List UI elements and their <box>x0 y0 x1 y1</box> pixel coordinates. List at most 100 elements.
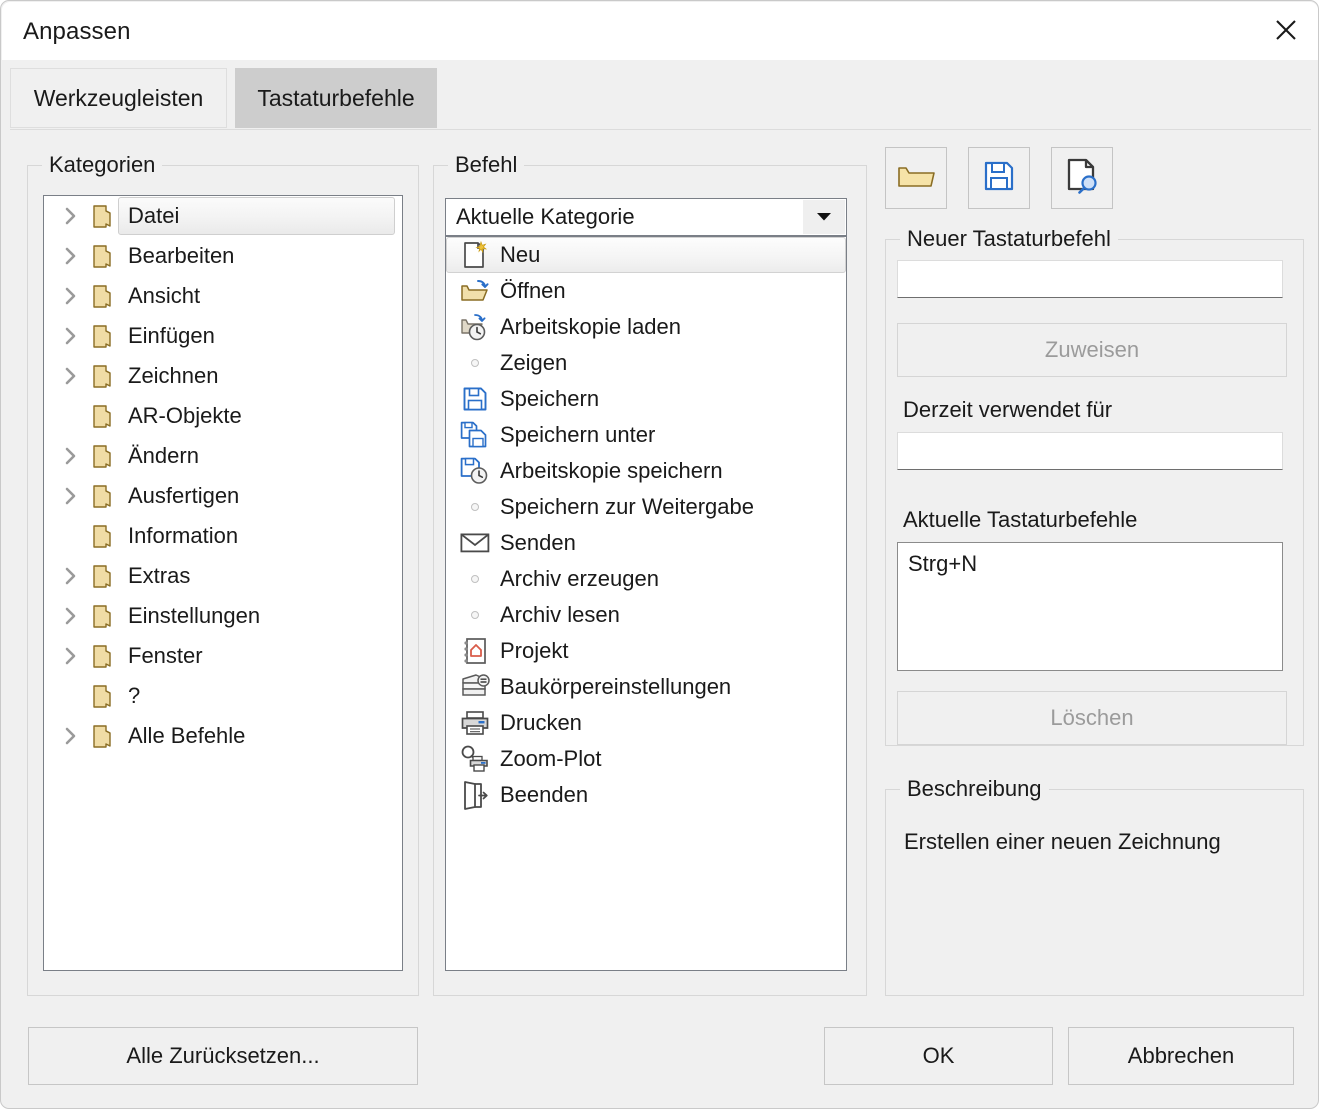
command-row[interactable]: Zoom-Plot <box>446 741 846 777</box>
category-row[interactable]: Fenster <box>44 636 402 676</box>
category-row[interactable]: Ändern <box>44 436 402 476</box>
category-row[interactable]: Alle Befehle <box>44 716 402 756</box>
command-label: Archiv erzeugen <box>494 566 659 592</box>
category-label: Datei <box>118 203 179 229</box>
category-row[interactable]: Einstellungen <box>44 596 402 636</box>
command-row[interactable]: Öffnen <box>446 273 846 309</box>
current-shortcut-item[interactable]: Strg+N <box>908 551 977 576</box>
preview-shortcuts-button[interactable] <box>1051 147 1113 209</box>
floppy-copy-icon <box>456 421 494 449</box>
assign-button-label: Zuweisen <box>1045 337 1139 363</box>
command-row[interactable]: Arbeitskopie speichern <box>446 453 846 489</box>
dot-icon <box>456 503 494 511</box>
chevron-right-icon[interactable] <box>56 246 86 266</box>
categories-listbox[interactable]: Datei Bearbeiten AnsichtEinfügenZeichnen AR… <box>43 195 403 971</box>
command-row[interactable]: Speichern unter <box>446 417 846 453</box>
commands-listbox[interactable]: Neu Öffnen Arbeitskopie ladenZeigen Speiche… <box>445 236 847 971</box>
load-shortcuts-button[interactable] <box>885 147 947 209</box>
chevron-right-icon[interactable] <box>56 286 86 306</box>
open-folder-icon <box>456 278 494 304</box>
open-folder-icon <box>897 161 935 196</box>
command-row[interactable]: Senden <box>446 525 846 561</box>
command-row[interactable]: Drucken <box>446 705 846 741</box>
command-label: Arbeitskopie speichern <box>494 458 723 484</box>
reset-all-button[interactable]: Alle Zurücksetzen... <box>28 1027 418 1085</box>
category-row[interactable]: Zeichnen <box>44 356 402 396</box>
current-shortcuts-listbox[interactable]: Strg+N <box>897 542 1283 671</box>
document-search-icon <box>1065 158 1099 199</box>
command-label: Öffnen <box>494 278 566 304</box>
command-row[interactable]: Zeigen <box>446 345 846 381</box>
folder-icon <box>86 683 118 709</box>
command-row[interactable]: Speichern zur Weitergabe <box>446 489 846 525</box>
category-row[interactable]: Extras <box>44 556 402 596</box>
command-row[interactable]: Archiv lesen <box>446 597 846 633</box>
folder-icon <box>86 243 118 269</box>
category-row[interactable]: AR-Objekte <box>44 396 402 436</box>
tab-tastaturbefehle[interactable]: Tastaturbefehle <box>235 68 437 128</box>
command-row[interactable]: Projekt <box>446 633 846 669</box>
new-shortcut-input[interactable] <box>897 260 1283 298</box>
category-label: Information <box>118 523 238 549</box>
category-label: AR-Objekte <box>118 403 242 429</box>
command-label: Neu <box>494 242 540 268</box>
save-shortcuts-button[interactable] <box>968 147 1030 209</box>
chevron-right-icon[interactable] <box>56 606 86 626</box>
chevron-right-icon[interactable] <box>56 486 86 506</box>
command-row[interactable]: Neu <box>446 237 846 273</box>
category-row[interactable]: Information <box>44 516 402 556</box>
assign-button[interactable]: Zuweisen <box>897 323 1287 377</box>
folder-icon <box>86 603 118 629</box>
delete-button[interactable]: Löschen <box>897 691 1287 745</box>
command-label: Speichern <box>494 386 599 412</box>
command-label: Drucken <box>494 710 582 736</box>
category-label: Fenster <box>118 643 203 669</box>
folder-clock-icon <box>456 313 494 341</box>
ok-label: OK <box>923 1043 955 1069</box>
category-label: Alle Befehle <box>118 723 245 749</box>
printer-icon <box>456 710 494 736</box>
category-row[interactable]: Ausfertigen <box>44 476 402 516</box>
chevron-down-icon[interactable] <box>803 200 845 234</box>
command-row[interactable]: Arbeitskopie laden <box>446 309 846 345</box>
command-row[interactable]: Archiv erzeugen <box>446 561 846 597</box>
chevron-right-icon[interactable] <box>56 366 86 386</box>
category-filter-combobox[interactable]: Aktuelle Kategorie <box>445 198 847 236</box>
category-row[interactable]: Einfügen <box>44 316 402 356</box>
chevron-right-icon[interactable] <box>56 446 86 466</box>
chevron-right-icon[interactable] <box>56 646 86 666</box>
folder-icon <box>86 403 118 429</box>
folder-icon <box>86 203 118 229</box>
exit-door-icon <box>456 780 494 810</box>
categories-group-title: Kategorien <box>42 152 162 178</box>
command-label: Archiv lesen <box>494 602 620 628</box>
cancel-button[interactable]: Abbrechen <box>1068 1027 1294 1085</box>
currently-used-label: Derzeit verwendet für <box>903 397 1112 423</box>
category-row[interactable]: Ansicht <box>44 276 402 316</box>
chevron-right-icon[interactable] <box>56 326 86 346</box>
command-row[interactable]: Beenden <box>446 777 846 813</box>
folder-icon <box>86 723 118 749</box>
command-row[interactable]: Speichern <box>446 381 846 417</box>
tab-label: Tastaturbefehle <box>257 85 414 112</box>
ok-button[interactable]: OK <box>824 1027 1053 1085</box>
command-label: Zoom-Plot <box>494 746 601 772</box>
close-icon[interactable] <box>1254 2 1318 58</box>
category-row[interactable]: Datei <box>44 196 402 236</box>
folder-icon <box>86 443 118 469</box>
tab-werkzeugleisten[interactable]: Werkzeugleisten <box>10 68 227 128</box>
dot-icon <box>456 611 494 619</box>
tab-underline <box>10 129 1311 130</box>
folder-icon <box>86 283 118 309</box>
chevron-right-icon[interactable] <box>56 566 86 586</box>
chevron-right-icon[interactable] <box>56 206 86 226</box>
building-settings-icon <box>456 673 494 701</box>
command-label: Speichern zur Weitergabe <box>494 494 754 520</box>
folder-icon <box>86 563 118 589</box>
command-row[interactable]: Baukörpereinstellungen <box>446 669 846 705</box>
category-row[interactable]: Bearbeiten <box>44 236 402 276</box>
category-row[interactable]: ? <box>44 676 402 716</box>
category-label: Bearbeiten <box>118 243 234 269</box>
chevron-right-icon[interactable] <box>56 726 86 746</box>
command-label: Beenden <box>494 782 588 808</box>
